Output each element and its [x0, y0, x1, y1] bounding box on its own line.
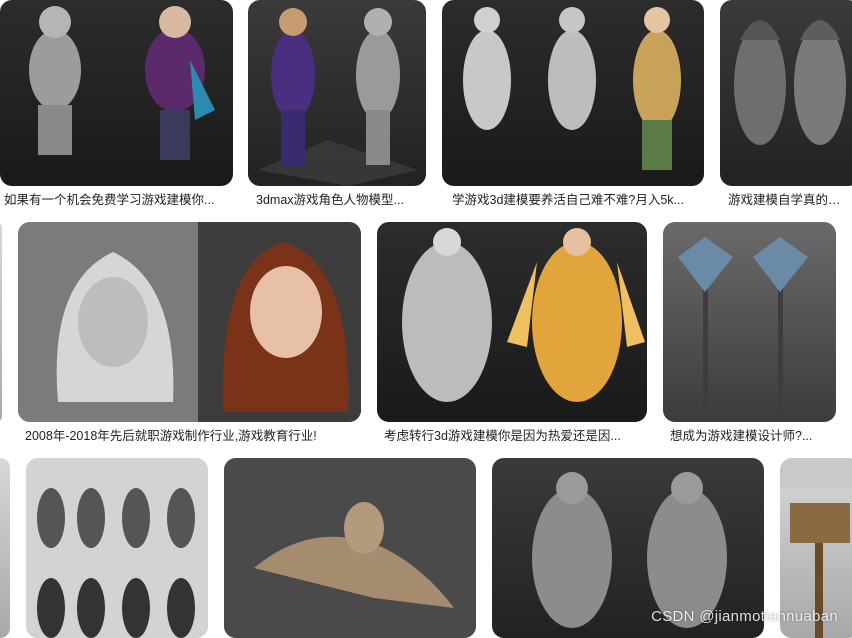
watermark: CSDN @jianmotiannuaban	[651, 608, 838, 625]
result-image-5[interactable]	[18, 222, 361, 422]
character-model-illustration	[402, 228, 645, 402]
result-caption-4[interactable]: 游戏建模自学真的能...	[728, 192, 850, 208]
result-image-9[interactable]	[224, 458, 476, 638]
result-image-4[interactable]	[720, 0, 852, 186]
character-model-illustration	[29, 6, 215, 160]
result-image-7[interactable]	[663, 222, 836, 422]
result-image-1[interactable]	[0, 0, 233, 186]
result-image-8-edge[interactable]	[0, 458, 10, 638]
axe-model-illustration	[678, 237, 808, 417]
result-image-5-edge[interactable]	[0, 222, 2, 422]
character-model-illustration	[224, 458, 476, 638]
result-image-8[interactable]	[26, 458, 208, 638]
result-image-6[interactable]	[377, 222, 647, 422]
result-caption-6[interactable]: 考虑转行3d游戏建模你是因为热爱还是因...	[384, 428, 640, 444]
character-model-illustration	[26, 458, 208, 638]
character-model-illustration	[734, 20, 846, 145]
character-model-illustration	[463, 7, 681, 170]
result-caption-3[interactable]: 学游戏3d建模要养活自己难不难?月入5k...	[452, 192, 700, 208]
result-caption-1[interactable]: 如果有一个机会免费学习游戏建模你...	[4, 192, 230, 208]
result-caption-5[interactable]: 2008年-2018年先后就职游戏制作行业,游戏教育行业!	[25, 428, 361, 444]
character-model-illustration	[258, 8, 418, 186]
result-image-2[interactable]	[248, 0, 426, 186]
result-caption-2[interactable]: 3dmax游戏角色人物模型...	[256, 192, 424, 208]
character-model-illustration	[18, 222, 361, 422]
result-caption-7[interactable]: 想成为游戏建模设计师?...	[670, 428, 830, 444]
result-image-3[interactable]	[442, 0, 704, 186]
